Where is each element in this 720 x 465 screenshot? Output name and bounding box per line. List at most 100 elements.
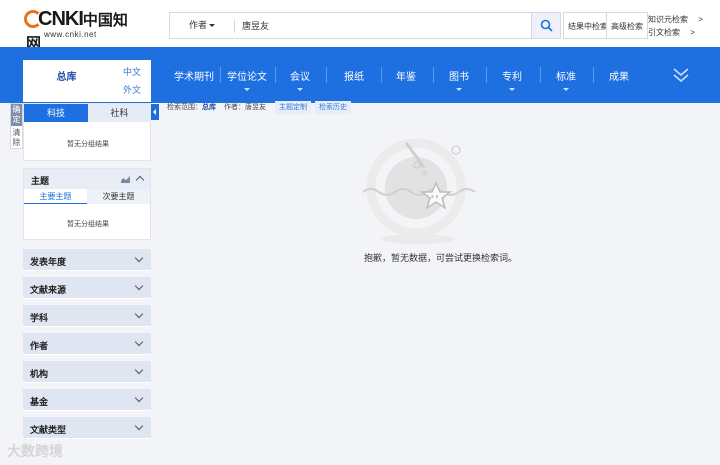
chart-icon	[121, 176, 130, 183]
filter-handle: 确定 清除	[10, 103, 23, 149]
caret-down-icon	[209, 24, 215, 28]
nav-label: 图书	[449, 72, 469, 83]
nav-divider	[540, 67, 541, 83]
nav-divider	[486, 67, 487, 83]
nav-label: 专利	[502, 72, 522, 83]
tab-main-topic[interactable]: 主要主题	[24, 189, 87, 204]
clear-filter-button[interactable]: 清除	[11, 128, 22, 148]
cnki-logo[interactable]: CNKI中国知网 www.cnki.net	[24, 8, 136, 52]
caret-down-icon	[456, 88, 462, 91]
library-selector: 总库 中文 外文	[23, 60, 151, 102]
chevron-down-icon	[134, 281, 144, 291]
topic-facet-title: 主题	[31, 176, 50, 186]
nav-divider	[275, 67, 276, 83]
facet-label: 文献类型	[30, 425, 67, 435]
lang-chinese-link[interactable]: 中文	[123, 65, 141, 78]
search-field-label: 作者	[188, 20, 207, 30]
nav-label: 标准	[556, 72, 576, 83]
nav-label: 学位论文	[227, 72, 267, 83]
knowledge-search-label: 知识元检索	[648, 15, 688, 24]
library-total[interactable]: 总库	[23, 60, 110, 102]
search-scope-breadcrumb: 检索范围：总库 作者：唐昱友	[167, 102, 266, 112]
facet-label: 发表年度	[30, 257, 67, 267]
double-chevron-down-icon	[673, 68, 689, 82]
facet-institution[interactable]: 机构	[23, 361, 151, 383]
scope-value: 总库	[202, 104, 216, 111]
nav-item-newspapers[interactable]: 报纸	[330, 47, 378, 103]
facet-fund[interactable]: 基金	[23, 389, 151, 411]
nav-divider	[381, 67, 382, 83]
facet-label: 学科	[30, 313, 49, 323]
tab-secondary-topic[interactable]: 次要主题	[87, 189, 150, 204]
logo-mark-text: CNKI	[38, 8, 84, 30]
watermark: 大数跨境	[7, 443, 63, 459]
nav-divider	[326, 67, 327, 83]
empty-result-illustration: x x	[362, 138, 476, 244]
caret-down-icon	[244, 88, 250, 91]
nav-item-conferences[interactable]: 会议	[278, 47, 322, 103]
search-input[interactable]	[242, 13, 522, 38]
nav-item-achievements[interactable]: 成果	[597, 47, 641, 103]
facet-doc-type[interactable]: 文献类型	[23, 417, 151, 439]
topic-empty-note: 暂无分组结果	[67, 221, 109, 228]
nav-label: 学术期刊	[174, 72, 214, 83]
search-field-select[interactable]: 作者	[170, 13, 234, 38]
nav-divider	[220, 67, 221, 83]
scope-label: 检索范围：	[167, 104, 202, 111]
search-icon	[540, 19, 553, 32]
facet-label: 机构	[30, 369, 49, 379]
nav-item-theses[interactable]: 学位论文	[223, 47, 271, 103]
author-value: 唐昱友	[244, 104, 266, 111]
facet-discipline[interactable]: 学科	[23, 305, 151, 327]
expand-nav-button[interactable]	[672, 67, 690, 83]
confirm-filter-button[interactable]: 确定	[11, 104, 22, 126]
lang-foreign-link[interactable]: 外文	[123, 83, 141, 96]
topic-facet-header[interactable]: 主题	[24, 169, 150, 189]
caret-down-icon	[563, 88, 569, 91]
chevron-down-icon	[134, 337, 144, 347]
nav-item-standards[interactable]: 标准	[544, 47, 588, 103]
knowledge-search-link[interactable]: 知识元检索 >	[648, 14, 703, 25]
category-empty-note: 暂无分组结果	[67, 141, 109, 148]
empty-result-message: 抱歉，暂无数据，可尝试更换检索词。	[364, 253, 518, 263]
facet-label: 基金	[30, 397, 49, 407]
chevron-down-icon	[134, 365, 144, 375]
chevron-up-icon	[135, 175, 145, 185]
logo-url: www.cnki.net	[44, 30, 97, 39]
search-button[interactable]	[531, 13, 560, 38]
chevron-down-icon	[134, 309, 144, 319]
header: CNKI中国知网 www.cnki.net 作者 结果中检索 高级检索 知识元检…	[0, 0, 720, 52]
page: CNKI中国知网 www.cnki.net 作者 结果中检索 高级检索 知识元检…	[0, 0, 720, 465]
facet-year[interactable]: 发表年度	[23, 249, 151, 271]
citation-search-label: 引文检索	[648, 28, 680, 37]
nav-item-journals[interactable]: 学术期刊	[170, 47, 218, 103]
facet-label: 文献来源	[30, 285, 67, 295]
chevron-right-icon: >	[698, 15, 703, 24]
topic-customize-button[interactable]: 主题定制	[275, 101, 311, 114]
facet-author[interactable]: 作者	[23, 333, 151, 355]
category-tabs-panel: 科技 社科 暂无分组结果	[23, 103, 151, 161]
caret-down-icon	[297, 88, 303, 91]
search-divider	[234, 19, 235, 33]
caret-down-icon	[509, 88, 515, 91]
search-box: 作者	[169, 12, 561, 39]
nav-label: 年鉴	[396, 72, 416, 83]
citation-search-link[interactable]: 引文检索 >	[648, 27, 695, 38]
nav-item-yearbooks[interactable]: 年鉴	[384, 47, 428, 103]
chevron-down-icon	[134, 393, 144, 403]
nav-label: 报纸	[344, 72, 364, 83]
advanced-search-button[interactable]: 高级检索	[606, 12, 648, 39]
nav-divider	[593, 67, 594, 83]
collapse-sidebar-button[interactable]	[151, 104, 159, 120]
nav-item-patents[interactable]: 专利	[490, 47, 534, 103]
facet-source[interactable]: 文献来源	[23, 277, 151, 299]
nav-label: 成果	[609, 72, 629, 83]
nav-item-books[interactable]: 图书	[437, 47, 481, 103]
nav-label: 会议	[290, 72, 310, 83]
facet-label: 作者	[30, 341, 49, 351]
search-history-button[interactable]: 检索历史	[315, 101, 351, 114]
nav-divider	[433, 67, 434, 83]
tab-social-science[interactable]: 社科	[88, 104, 151, 122]
tab-science[interactable]: 科技	[24, 104, 88, 122]
svg-text:x x: x x	[431, 194, 439, 200]
